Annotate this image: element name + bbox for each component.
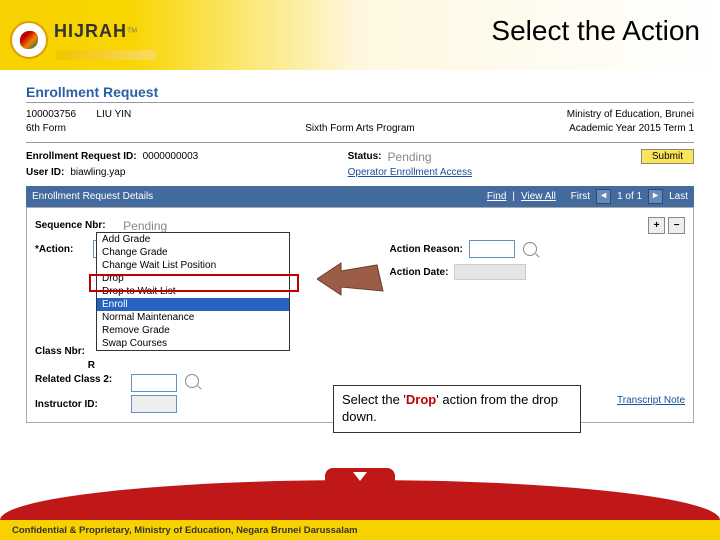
footer-chevron-icon	[325, 468, 395, 492]
rel2-label: Related Class 2:	[35, 374, 125, 392]
instructor-label: Instructor ID:	[35, 399, 125, 410]
date-label: Action Date:	[390, 267, 449, 278]
transcript-link[interactable]: Transcript Note	[617, 395, 685, 413]
divider	[26, 142, 694, 143]
req-id-label: Enrollment Request ID:	[26, 151, 137, 162]
user-id-label: User ID:	[26, 167, 64, 178]
reason-label: Action Reason:	[390, 244, 463, 255]
user-id-value: biawling.yap	[70, 167, 125, 178]
find-link[interactable]: Find	[487, 191, 506, 202]
program: Sixth Form Arts Program	[305, 123, 414, 134]
details-title: Enrollment Request Details	[32, 191, 153, 202]
trademark: TM	[127, 27, 137, 34]
brand-name: HIJRAH	[54, 21, 127, 41]
option-normal[interactable]: Normal Maintenance	[97, 311, 289, 324]
option-enroll[interactable]: Enroll	[97, 298, 289, 311]
lookup-icon[interactable]	[185, 374, 199, 388]
rel2-input[interactable]	[131, 374, 177, 392]
student-id: 100003756	[26, 109, 76, 120]
student-name: LIU YIN	[96, 109, 131, 120]
position: 1 of 1	[617, 191, 642, 202]
divider	[26, 102, 694, 103]
instructor-input	[131, 395, 177, 413]
ministry: Ministry of Education, Brunei	[567, 109, 694, 120]
slogan-bar	[56, 50, 156, 60]
brand-logo: HIJRAHTM	[10, 21, 156, 60]
status-value: Pending	[388, 150, 432, 164]
req-id-value: 0000000003	[143, 151, 199, 162]
first-label: First	[571, 191, 590, 202]
option-remove-grade[interactable]: Remove Grade	[97, 324, 289, 337]
view-all-link[interactable]: View All	[521, 191, 556, 202]
last-label: Last	[669, 191, 688, 202]
footer: Confidential & Proprietary, Ministry of …	[0, 480, 720, 540]
details-bar: Enrollment Request Details Find | View A…	[26, 186, 694, 207]
seq-label: Sequence Nbr:	[35, 220, 106, 231]
date-field	[454, 264, 526, 280]
lookup-icon[interactable]	[523, 242, 537, 256]
operator-access-link[interactable]: Operator Enrollment Access	[348, 167, 473, 178]
action-dropdown-list[interactable]: Add Grade Change Grade Change Wait List …	[96, 232, 290, 351]
option-swap[interactable]: Swap Courses	[97, 337, 289, 350]
slide-title: Select the Action	[491, 15, 700, 47]
remove-row-button[interactable]: −	[668, 217, 685, 234]
callout-arrow-icon	[317, 253, 387, 308]
next-icon[interactable]: ►	[648, 189, 663, 204]
submit-button[interactable]: Submit	[641, 149, 694, 164]
seq-value: Pending	[123, 219, 167, 233]
option-change-grade[interactable]: Change Grade	[97, 246, 289, 259]
status-label: Status:	[348, 151, 382, 162]
footer-text: Confidential & Proprietary, Ministry of …	[12, 525, 358, 536]
term: Academic Year 2015 Term 1	[569, 123, 694, 134]
r-label: R	[35, 360, 95, 371]
prev-icon[interactable]: ◄	[596, 189, 611, 204]
option-change-wl[interactable]: Change Wait List Position	[97, 259, 289, 272]
section-heading: Enrollment Request	[26, 84, 694, 100]
option-drop-wl[interactable]: Drop to Wait List	[97, 285, 289, 298]
logo-emblem-icon	[10, 21, 48, 59]
reason-input[interactable]	[469, 240, 515, 258]
action-label: *Action:	[35, 244, 87, 255]
option-drop[interactable]: Drop	[97, 272, 289, 285]
instruction-callout: Select the 'Drop' action from the drop d…	[333, 385, 581, 433]
form-level: 6th Form	[26, 123, 66, 134]
slide-header: HIJRAHTM Select the Action	[0, 0, 720, 70]
class-nbr-label: Class Nbr:	[35, 346, 95, 357]
add-row-button[interactable]: +	[648, 217, 665, 234]
option-add-grade[interactable]: Add Grade	[97, 233, 289, 246]
